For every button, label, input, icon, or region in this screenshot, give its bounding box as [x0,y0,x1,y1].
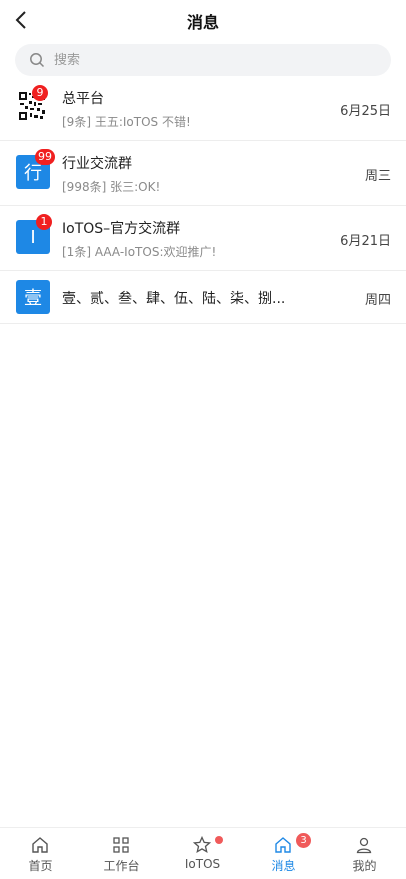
tab-home[interactable]: 首页 [0,828,81,879]
conversation-name: IoTOS–官方交流群 [62,221,181,237]
tab-badge: 3 [296,833,311,848]
conversation-item[interactable]: I 1 IoTOS–官方交流群 [1条] AAA-IoTOS:欢迎推广! 6月2… [0,206,406,271]
tab-label: 工作台 [103,859,140,873]
user-icon [355,836,373,854]
tab-label: 我的 [352,859,377,873]
grid-icon [112,836,130,854]
top-bar: 消息 [0,0,406,40]
search-input[interactable] [52,51,356,69]
conversation-time: 周四 [364,293,391,308]
conversation-time: 周三 [364,169,391,184]
group-avatar: 壹 [16,280,50,314]
tab-iotos[interactable]: IoTOS [162,828,243,879]
tab-messages[interactable]: 3 消息 [243,828,324,879]
conversation-name: 总平台 [62,91,104,107]
home-icon [274,836,292,854]
conversation-name: 壹、贰、叁、肆、伍、陆、柒、捌... [62,291,286,307]
tab-workbench[interactable]: 工作台 [81,828,162,879]
search-icon [29,52,45,68]
notification-dot [215,836,223,844]
unread-badge: 1 [36,214,52,230]
conversation-preview: [9条] 王五:IoTOS 不错! [62,115,191,129]
conversation-item[interactable]: 壹 壹、贰、叁、肆、伍、陆、柒、捌... 周四 [0,271,406,324]
conversation-time: 6月21日 [340,234,391,249]
home-icon [31,836,49,854]
tab-label: IoTOS [184,857,221,871]
bottom-tab-bar: 首页 工作台 IoTOS 3 消息 我的 [0,827,406,879]
conversation-preview: [1条] AAA-IoTOS:欢迎推广! [62,245,217,259]
page-title: 消息 [186,13,219,32]
conversation-preview: [998条] 张三:OK! [62,180,161,194]
conversation-item[interactable]: 行 99 行业交流群 [998条] 张三:OK! 周三 [0,141,406,206]
conversation-name: 行业交流群 [62,156,132,172]
star-icon [193,836,211,854]
unread-badge: 9 [32,85,48,101]
unread-badge: 99 [35,149,55,165]
tab-profile[interactable]: 我的 [324,828,405,879]
search-bar[interactable] [15,44,391,76]
tab-label: 消息 [271,859,296,873]
tab-label: 首页 [28,859,53,873]
conversation-time: 6月25日 [340,104,391,119]
conversation-item[interactable]: 9 总平台 [9条] 王五:IoTOS 不错! 6月25日 [0,76,406,141]
